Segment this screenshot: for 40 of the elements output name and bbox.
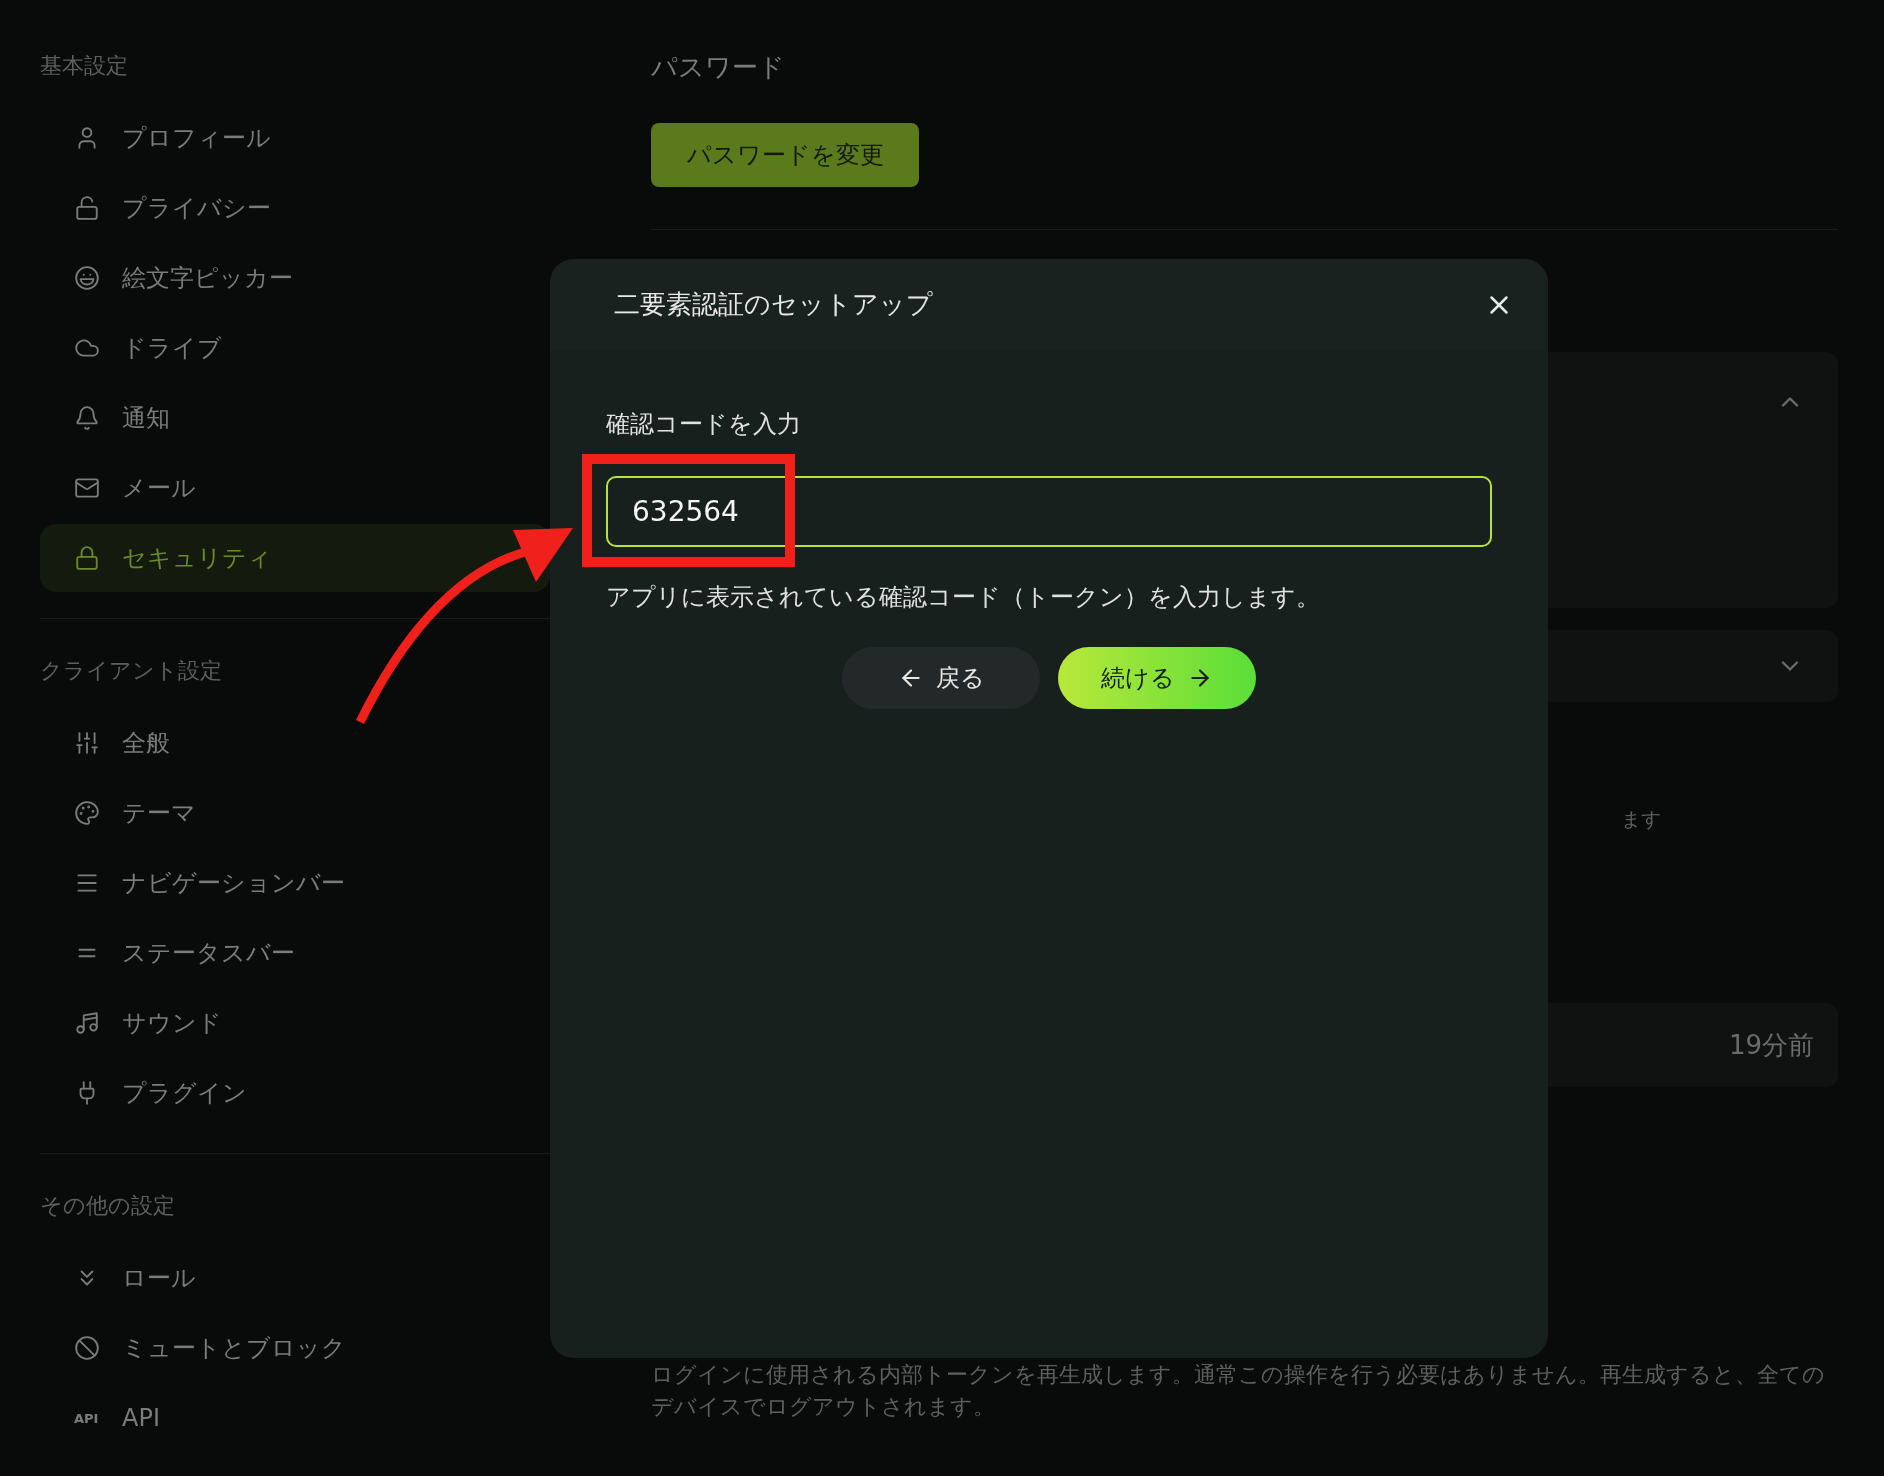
- sidebar-icon: [74, 405, 100, 431]
- field-label: 確認コードを入力: [606, 409, 802, 440]
- sidebar-item[interactable]: プロフィール: [40, 104, 550, 172]
- section-heading: パスワード: [651, 51, 786, 84]
- description-text: ます: [1621, 806, 1662, 833]
- sidebar-item[interactable]: 全般: [40, 709, 550, 777]
- sidebar-item[interactable]: プライバシー: [40, 174, 550, 242]
- sidebar-icon: [74, 545, 100, 571]
- continue-button[interactable]: 続ける: [1058, 647, 1256, 709]
- sidebar-item[interactable]: ステータスバー: [40, 919, 550, 987]
- dialog-title: 二要素認証のセットアップ: [614, 288, 933, 321]
- sidebar-icon: [74, 475, 100, 501]
- sidebar-item[interactable]: セキュリティ: [40, 524, 550, 592]
- hint-text: アプリに表示されている確認コード（トークン）を入力します。: [606, 582, 1321, 613]
- change-password-button[interactable]: パスワードを変更: [651, 123, 919, 187]
- api-icon: API: [74, 1410, 100, 1426]
- sidebar-item[interactable]: ナビゲーションバー: [40, 849, 550, 917]
- sidebar-item[interactable]: 絵文字ピッカー: [40, 244, 550, 312]
- sidebar-item[interactable]: テーマ: [40, 779, 550, 847]
- section-heading: その他の設定: [40, 1192, 176, 1220]
- sidebar-item[interactable]: サウンド: [40, 989, 550, 1057]
- time-text: 19分前: [1728, 1028, 1814, 1062]
- description-text: ログインに使用される内部トークンを再生成します。通常この操作を行う必要はありません。再生成すると、全てのデバイスでログアウトされます。: [651, 1361, 1826, 1421]
- sidebar-item[interactable]: API API: [40, 1384, 550, 1452]
- code-input-field[interactable]: 632564: [606, 476, 1492, 547]
- sidebar-icon: [74, 265, 100, 291]
- sidebar-icon: [74, 1010, 100, 1036]
- section-heading: クライアント設定: [40, 657, 223, 685]
- sidebar-item[interactable]: メール: [40, 454, 550, 522]
- sidebar-item[interactable]: 通知: [40, 384, 550, 452]
- sidebar-item[interactable]: ミュートとブロック: [40, 1314, 550, 1382]
- back-button[interactable]: 戻る: [842, 647, 1040, 709]
- sidebar-item[interactable]: プラグイン: [40, 1059, 550, 1127]
- sidebar-icon: [74, 1335, 100, 1361]
- section-heading: 基本設定: [40, 52, 129, 80]
- sidebar-item[interactable]: ロール: [40, 1244, 550, 1312]
- sidebar-item[interactable]: ドライブ: [40, 314, 550, 382]
- sidebar-icon: [74, 800, 100, 826]
- sidebar-icon: [74, 195, 100, 221]
- sidebar-icon: [74, 730, 100, 756]
